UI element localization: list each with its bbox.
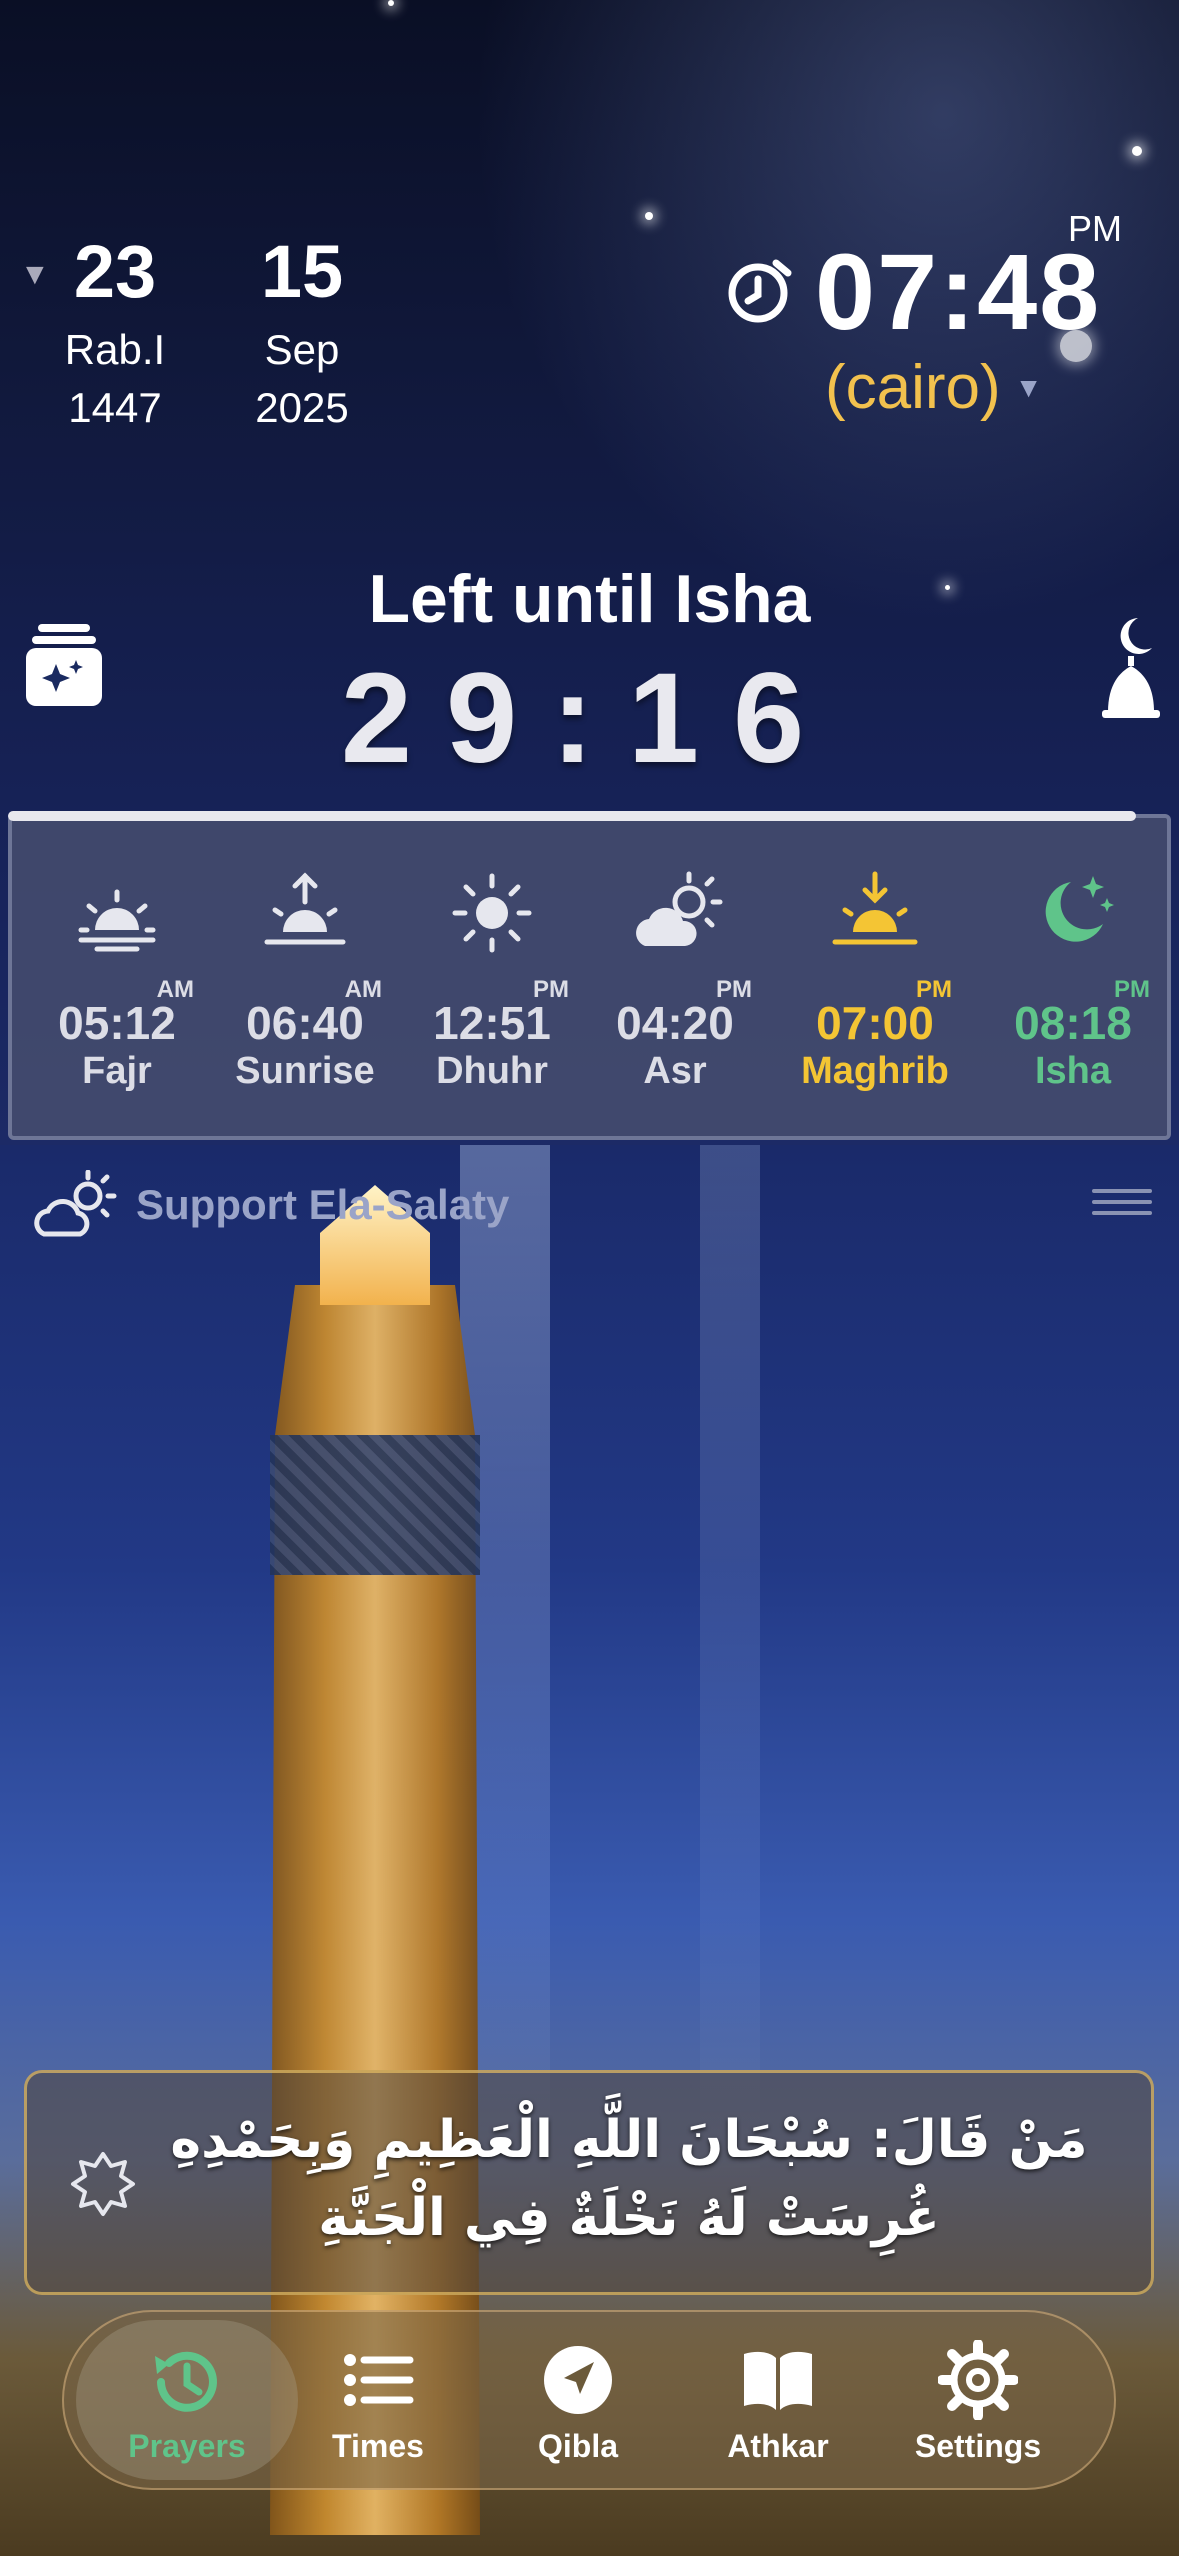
star bbox=[1132, 146, 1142, 156]
gregorian-month: Sep bbox=[264, 326, 340, 373]
tab-times[interactable]: Times bbox=[278, 2312, 478, 2488]
prayer-time: 07:00 bbox=[816, 997, 934, 1049]
prayer-name: Fajr bbox=[82, 1050, 152, 1092]
alarm-clock-icon[interactable] bbox=[722, 255, 794, 327]
city-name: (cairo) bbox=[825, 353, 1001, 422]
cloud-sun-icon bbox=[34, 1170, 117, 1237]
triangle-down-icon: ▼ bbox=[1014, 371, 1043, 403]
countdown-timer: 29:16 bbox=[340, 647, 839, 790]
sunset-icon bbox=[832, 871, 918, 945]
prayer-maghrib[interactable]: PM 07:00 Maghrib bbox=[780, 818, 970, 1138]
mosque-bell-button[interactable] bbox=[1100, 614, 1162, 720]
gregorian-date[interactable]: 15 Sep 2025 bbox=[227, 235, 377, 429]
prayer-name: Maghrib bbox=[801, 1050, 949, 1092]
navigation-arrow-icon bbox=[544, 2346, 612, 2414]
quote-line: غُرِسَتْ لَهُ نَخْلَةٌ فِي الْجَنَّةِ bbox=[318, 2188, 940, 2248]
hamburger-line bbox=[1092, 1211, 1152, 1215]
hijri-month: Rab.I bbox=[64, 326, 166, 373]
tab-settings[interactable]: Settings bbox=[878, 2312, 1078, 2488]
tab-prayers[interactable]: Prayers bbox=[76, 2320, 298, 2480]
sun-icon bbox=[452, 873, 532, 953]
prayer-name: Dhuhr bbox=[436, 1050, 548, 1092]
tab-label: Settings bbox=[914, 2428, 1042, 2464]
prayer-dhuhr[interactable]: PM 12:51 Dhuhr bbox=[397, 818, 587, 1138]
support-button[interactable]: Support Ela-Salaty bbox=[30, 1170, 509, 1240]
current-time: 07:48 bbox=[815, 231, 1102, 352]
sparkle-cards-button[interactable] bbox=[24, 622, 104, 708]
countdown-progress-bar bbox=[8, 811, 1136, 821]
prayer-time: 08:18 bbox=[1014, 997, 1132, 1049]
athkar-quote-card[interactable]: مَنْ قَالَ: سُبْحَانَ اللَّهِ الْعَظِيمِ… bbox=[24, 2070, 1154, 2295]
quote-line: مَنْ قَالَ: سُبْحَانَ اللَّهِ الْعَظِيمِ… bbox=[170, 2110, 1088, 2170]
sparkle-stack-icon bbox=[26, 624, 102, 706]
prayer-sunrise[interactable]: AM 06:40 Sunrise bbox=[210, 818, 400, 1138]
prayer-time: 06:40 bbox=[246, 997, 364, 1049]
tab-label: Qibla bbox=[537, 2428, 618, 2464]
tab-label: Prayers bbox=[128, 2428, 246, 2464]
prayer-name: Isha bbox=[1034, 1050, 1112, 1092]
tab-label: Times bbox=[332, 2428, 424, 2464]
hijri-year: 1447 bbox=[68, 384, 162, 431]
tab-qibla[interactable]: Qibla bbox=[478, 2312, 678, 2488]
gregorian-year: 2025 bbox=[255, 384, 349, 431]
tab-athkar[interactable]: Athkar bbox=[678, 2312, 878, 2488]
gregorian-day: 15 bbox=[260, 230, 344, 313]
history-clock-icon bbox=[155, 2351, 217, 2412]
open-book-icon bbox=[744, 2351, 812, 2410]
prayer-isha[interactable]: PM 08:18 Isha bbox=[978, 818, 1168, 1138]
prayer-name: Asr bbox=[643, 1050, 707, 1092]
prayer-name: Sunrise bbox=[235, 1050, 375, 1092]
bottom-tab-bar: Prayers Times Qibla Athkar Settings bbox=[62, 2310, 1116, 2490]
menu-button[interactable] bbox=[1092, 1182, 1152, 1222]
prayer-time: 04:20 bbox=[616, 997, 734, 1049]
quote-text: مَنْ قَالَ: سُبْحَانَ اللَّهِ الْعَظِيمِ… bbox=[167, 2101, 1091, 2257]
gear-icon bbox=[938, 2340, 1018, 2420]
prayer-fajr[interactable]: AM 05:12 Fajr bbox=[22, 818, 212, 1138]
support-label: Support Ela-Salaty bbox=[136, 1181, 510, 1228]
prayer-time: 05:12 bbox=[58, 997, 176, 1049]
prayer-asr[interactable]: PM 04:20 Asr bbox=[580, 818, 770, 1138]
hamburger-line bbox=[1092, 1200, 1152, 1204]
crescent-dome-icon bbox=[1102, 618, 1160, 718]
sunrise-icon bbox=[78, 889, 156, 952]
moon-stars-icon bbox=[1045, 876, 1114, 942]
prayer-times-panel: AM 05:12 Fajr AM 06:40 Sunrise PM 12:51 … bbox=[8, 814, 1171, 1140]
star bbox=[645, 212, 653, 220]
cloud-sun-icon bbox=[636, 871, 723, 946]
list-icon bbox=[344, 2354, 414, 2406]
city-selector[interactable]: (cairo) ▼ bbox=[825, 352, 1042, 423]
minaret-tile-band bbox=[270, 1435, 480, 1575]
star bbox=[388, 0, 394, 6]
sun-up-icon bbox=[264, 872, 346, 945]
tab-label: Athkar bbox=[727, 2428, 829, 2464]
hijri-day: 23 bbox=[73, 230, 157, 313]
countdown-title: Left until Isha bbox=[368, 561, 811, 637]
hijri-date[interactable]: 23 Rab.I 1447 bbox=[40, 235, 190, 429]
octagram-icon bbox=[71, 2152, 135, 2216]
prayer-time: 12:51 bbox=[433, 997, 551, 1049]
hamburger-line bbox=[1092, 1189, 1152, 1193]
